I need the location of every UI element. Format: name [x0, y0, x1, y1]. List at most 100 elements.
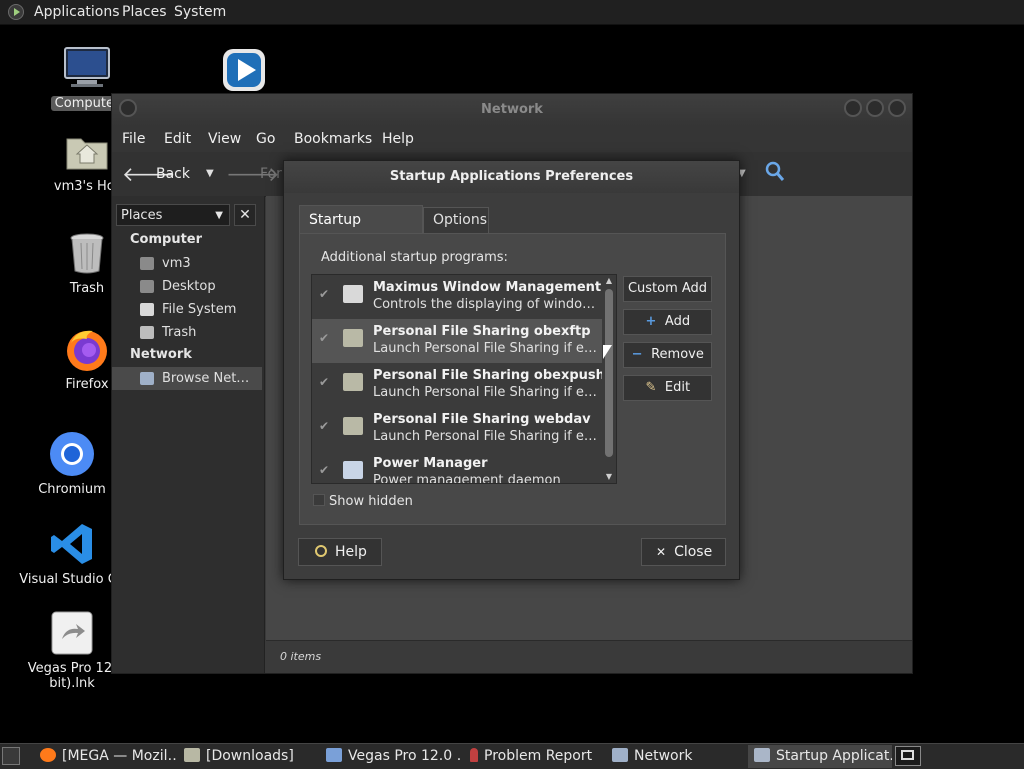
- sidebar-item-label: Browse Net…: [162, 371, 250, 386]
- sidebar-heading-computer: Computer: [130, 232, 203, 247]
- list-item[interactable]: ✔ Personal File Sharing obexftp Launch P…: [312, 319, 602, 363]
- system-menu[interactable]: System: [174, 0, 226, 24]
- task-problem-report[interactable]: Problem Report: [464, 745, 604, 768]
- enabled-checkbox[interactable]: ✔: [319, 420, 331, 432]
- places-menu[interactable]: Places: [122, 0, 167, 24]
- menu-bookmarks[interactable]: Bookmarks: [294, 131, 372, 147]
- desktop-icon-chromium[interactable]: Chromium: [22, 430, 122, 497]
- desktop-icon-vegas-pro-link[interactable]: Vegas Pro 12. bit).lnk: [22, 609, 122, 691]
- computer-icon: [63, 44, 111, 92]
- list-item[interactable]: ✔ Maximus Window Management Controls the…: [312, 275, 602, 319]
- close-sidebar-button[interactable]: ✕: [234, 204, 256, 226]
- mouse-pointer: [603, 345, 612, 359]
- task-label: [Downloads]: [206, 748, 294, 764]
- sidebar-item-vm3[interactable]: vm3: [112, 252, 262, 275]
- checkbox-box: [313, 494, 325, 506]
- applications-menu[interactable]: Applications: [34, 0, 120, 24]
- maximize-button[interactable]: [866, 99, 884, 117]
- edit-button[interactable]: ✎ Edit: [623, 375, 712, 401]
- sidebar-item-desktop[interactable]: Desktop: [112, 275, 262, 298]
- places-selector-label: Places: [121, 208, 163, 223]
- problem-report-icon: [470, 748, 478, 762]
- program-description: Controls the displaying of windows: [373, 297, 599, 312]
- help-button-label: Help: [335, 544, 367, 560]
- enabled-checkbox[interactable]: ✔: [319, 332, 331, 344]
- menu-edit[interactable]: Edit: [164, 131, 191, 147]
- sidebar-item-label: vm3: [162, 256, 191, 271]
- edit-button-label: Edit: [664, 380, 691, 395]
- workspace-switcher[interactable]: [895, 746, 921, 766]
- menu-view[interactable]: View: [208, 131, 241, 147]
- folder-icon: [343, 417, 363, 435]
- scroll-down-icon[interactable]: ▼: [602, 471, 616, 483]
- list-item[interactable]: ✔ Personal File Sharing obexpush Launch …: [312, 363, 605, 407]
- enabled-checkbox[interactable]: ✔: [319, 464, 331, 476]
- network-window-titlebar[interactable]: Network: [112, 94, 912, 126]
- power-manager-icon: [343, 461, 363, 479]
- search-icon[interactable]: [764, 160, 786, 184]
- status-text: 0 items: [280, 650, 322, 663]
- desktop-icon-label-line2: bit).lnk: [49, 676, 95, 691]
- places-sidebar: Places ▼ ✕ Computer vm3 Desktop File Sys…: [112, 196, 265, 673]
- startup-programs-list[interactable]: ✔ Maximus Window Management Controls the…: [311, 274, 617, 484]
- sidebar-item-file-system[interactable]: File System: [112, 298, 262, 321]
- list-scrollbar[interactable]: ▲ ▼: [602, 275, 616, 483]
- back-history-dropdown-icon[interactable]: ▼: [206, 168, 214, 179]
- scrollbar-thumb[interactable]: [605, 289, 613, 457]
- task-firefox[interactable]: [MEGA — Mozil…: [34, 745, 176, 768]
- places-selector[interactable]: Places ▼: [116, 204, 230, 226]
- close-window-button[interactable]: [888, 99, 906, 117]
- forward-button[interactable]: 🡒 For: [226, 162, 286, 186]
- program-name: Maximus Window Management: [373, 280, 602, 295]
- custom-add-button[interactable]: Custom Add: [623, 276, 712, 302]
- tab-startup-programs[interactable]: Startup Programs: [299, 205, 423, 256]
- enabled-checkbox[interactable]: ✔: [319, 376, 331, 388]
- forward-label: For: [260, 166, 282, 182]
- task-downloads[interactable]: [Downloads]: [178, 745, 318, 768]
- program-name: Personal File Sharing obexftp: [373, 324, 591, 339]
- remove-button[interactable]: − Remove: [623, 342, 712, 368]
- close-button[interactable]: ✕ Close: [641, 538, 726, 566]
- close-icon: ✕: [239, 207, 251, 223]
- task-startup-applications[interactable]: Startup Applicat…: [748, 745, 892, 768]
- firefox-icon: [63, 325, 111, 373]
- help-button[interactable]: Help: [298, 538, 382, 566]
- show-hidden-checkbox[interactable]: Show hidden: [313, 494, 413, 509]
- list-header: Additional startup programs:: [321, 250, 508, 265]
- tab-options[interactable]: Options: [423, 207, 489, 233]
- back-label: Back: [156, 166, 190, 182]
- program-description: Launch Personal File Sharing if enabled: [373, 341, 599, 356]
- menu-help[interactable]: Help: [382, 131, 414, 147]
- sidebar-item-browse-network[interactable]: Browse Net…: [112, 367, 262, 390]
- show-desktop-icon[interactable]: [2, 747, 20, 765]
- home-icon: [140, 257, 154, 270]
- startup-applications-dialog: Startup Applications Preferences Startup…: [283, 160, 740, 580]
- task-vegas-pro[interactable]: Vegas Pro 12.0 …: [320, 745, 462, 768]
- menu-file[interactable]: File: [122, 131, 145, 147]
- desktop-icon-label: Chromium: [38, 482, 106, 497]
- back-button[interactable]: 🡐 Back ▼: [122, 162, 218, 186]
- chromium-icon: [48, 430, 96, 478]
- close-icon: ✕: [656, 545, 667, 559]
- add-button[interactable]: + Add: [623, 309, 712, 335]
- sidebar-item-trash[interactable]: Trash: [112, 321, 262, 344]
- status-bar: 0 items: [266, 640, 912, 673]
- program-name: Personal File Sharing webdav: [373, 412, 591, 427]
- drive-icon: [140, 303, 154, 316]
- minimize-button[interactable]: [844, 99, 862, 117]
- list-item[interactable]: ✔ Power Manager Power management daemon: [312, 451, 602, 483]
- program-name: Power Manager: [373, 456, 488, 471]
- menu-go[interactable]: Go: [256, 131, 275, 147]
- home-folder-icon: [63, 127, 111, 175]
- scroll-up-icon[interactable]: ▲: [602, 275, 616, 287]
- taskbar: [MEGA — Mozil… [Downloads] Vegas Pro 12.…: [0, 743, 1024, 769]
- list-item[interactable]: ✔ Personal File Sharing webdav Launch Pe…: [312, 407, 602, 451]
- dialog-title[interactable]: Startup Applications Preferences: [284, 161, 739, 193]
- folder-icon: [343, 329, 363, 347]
- distro-logo-icon[interactable]: [8, 4, 24, 20]
- trash-icon: [140, 326, 154, 339]
- enabled-checkbox[interactable]: ✔: [319, 288, 331, 300]
- desktop-icon-media-player[interactable]: [194, 46, 294, 94]
- task-network[interactable]: Network: [606, 745, 746, 768]
- network-icon: [612, 748, 628, 762]
